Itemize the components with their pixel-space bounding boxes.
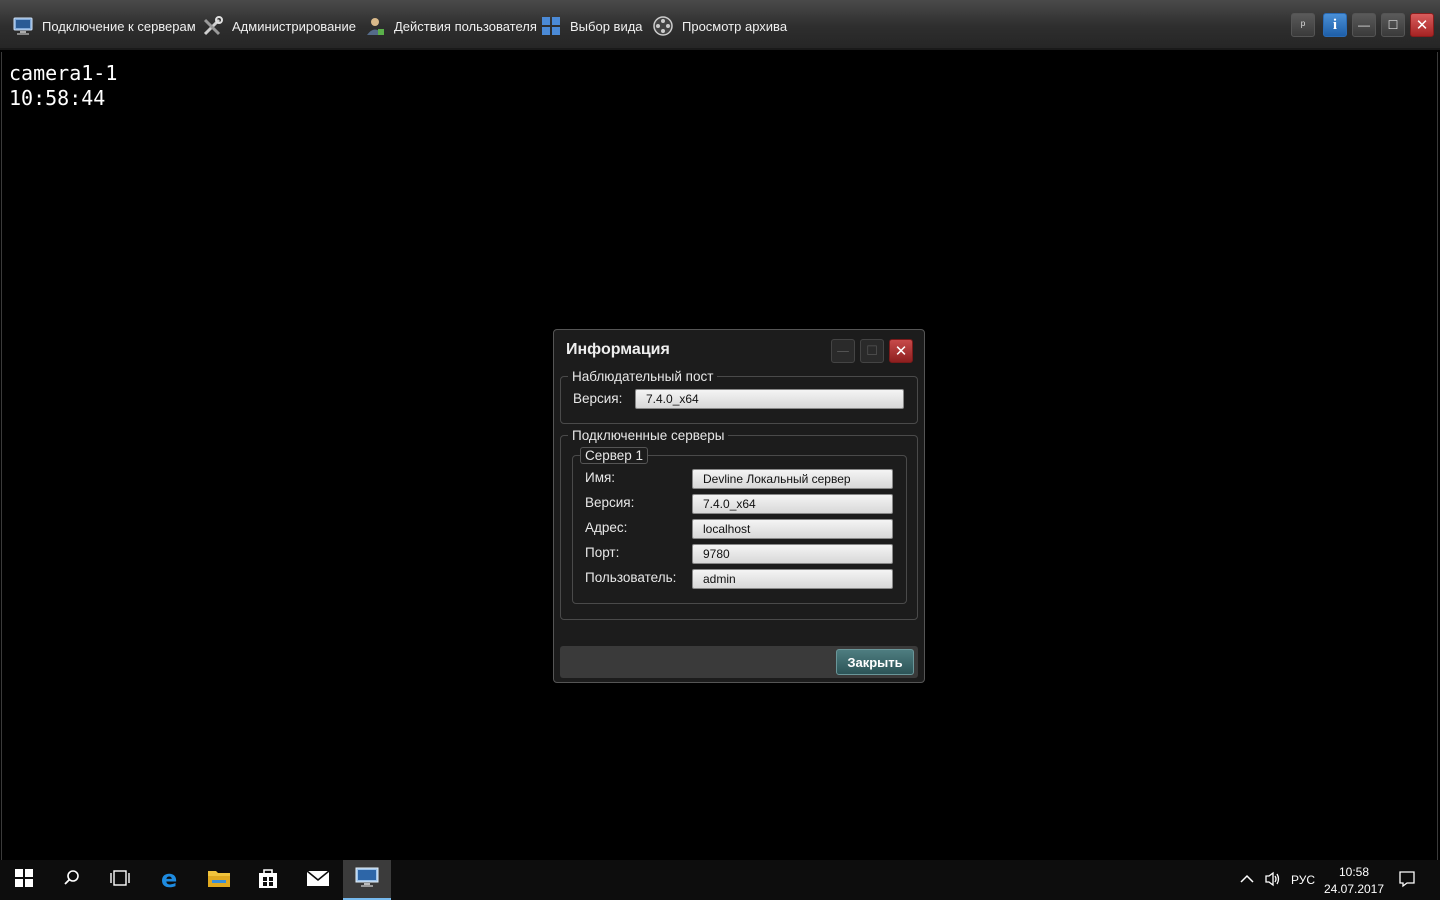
menu-administration[interactable]: Администрирование	[202, 13, 356, 39]
taskbar-mail-button[interactable]	[294, 860, 342, 900]
observation-post-legend: Наблюдательный пост	[572, 369, 714, 384]
server-address-label: Адрес:	[585, 520, 628, 535]
taskbar-store-button[interactable]	[244, 860, 292, 900]
tools-icon	[202, 15, 224, 37]
camera-time-overlay: 10:58:44	[9, 86, 106, 110]
folder-icon	[207, 868, 231, 892]
top-menu-bar: Подключение к серверам Администрирование…	[0, 0, 1440, 50]
maximize-icon: ☐	[866, 343, 878, 359]
start-button[interactable]	[0, 860, 48, 900]
close-icon: ✕	[1415, 17, 1429, 34]
user-icon	[364, 15, 386, 37]
clock-time: 10:58	[1338, 865, 1370, 879]
connected-servers-legend: Подключенные серверы	[572, 428, 725, 443]
minimize-icon: —	[836, 343, 850, 359]
taskbar-edge-button[interactable]: e	[147, 860, 195, 900]
menu-archive-view[interactable]: Просмотр архива	[652, 13, 787, 39]
info-dialog: Информация — ☐ ✕ Наблюдательный пост Вер…	[553, 329, 925, 683]
pin-icon: ᵖ	[1300, 18, 1306, 32]
dialog-minimize-button[interactable]: —	[831, 339, 855, 363]
dialog-title: Информация	[566, 341, 670, 358]
server-user-label: Пользователь:	[585, 570, 677, 585]
language-indicator[interactable]: РУС	[1291, 860, 1315, 900]
language-label: РУС	[1291, 873, 1316, 887]
post-version-field[interactable]: 7.4.0_x64	[635, 389, 904, 409]
maximize-icon: ☐	[1387, 18, 1399, 32]
server-name-field[interactable]: Devline Локальный сервер	[692, 469, 893, 489]
camera-name-overlay: camera1-1	[9, 61, 118, 85]
server-port-label: Порт:	[585, 545, 620, 560]
chevron-up-icon	[1240, 873, 1254, 887]
server-user-field[interactable]: admin	[692, 569, 893, 589]
notification-icon	[1398, 870, 1416, 891]
task-view-button[interactable]	[96, 860, 144, 900]
mail-icon	[306, 869, 330, 891]
monitor-app-icon	[355, 866, 379, 892]
store-bag-icon	[257, 867, 279, 893]
taskbar-devline-button[interactable]	[343, 860, 391, 900]
menu-user-actions[interactable]: Действия пользователя	[364, 13, 537, 39]
menu-user-actions-label: Действия пользователя	[394, 18, 537, 34]
dialog-close-text-button[interactable]: Закрыть	[836, 649, 914, 675]
monitor-connect-icon	[12, 15, 34, 37]
film-reel-icon	[652, 15, 674, 37]
server-name-label: Имя:	[585, 470, 616, 485]
server-version-field[interactable]: 7.4.0_x64	[692, 494, 893, 514]
server-address-field[interactable]: localhost	[692, 519, 893, 539]
tray-expand-button[interactable]	[1240, 860, 1254, 900]
grid-layout-icon	[540, 15, 562, 37]
speaker-icon	[1264, 871, 1282, 890]
server-port-field[interactable]: 9780	[692, 544, 893, 564]
post-version-label: Версия:	[573, 391, 623, 406]
menu-view-select-label: Выбор вида	[570, 18, 643, 34]
edge-browser-icon: e	[159, 865, 183, 894]
windows-logo-icon	[15, 869, 33, 891]
search-icon	[63, 869, 81, 891]
taskbar-explorer-button[interactable]	[195, 860, 243, 900]
volume-button[interactable]	[1264, 860, 1282, 900]
dialog-close-button[interactable]: ✕	[889, 339, 913, 363]
svg-text:e: e	[161, 866, 177, 890]
menu-connect-servers[interactable]: Подключение к серверам	[12, 13, 196, 39]
taskbar-clock[interactable]: 10:58 24.07.2017	[1322, 864, 1386, 898]
menu-view-select[interactable]: Выбор вида	[540, 13, 643, 39]
clock-date: 24.07.2017	[1323, 882, 1385, 896]
windows-taskbar: e РУС 10:58 24.07.2017	[0, 860, 1440, 900]
minimize-button[interactable]: —	[1352, 13, 1376, 37]
dialog-maximize-button[interactable]: ☐	[860, 339, 884, 363]
task-view-icon	[109, 869, 131, 891]
pin-button[interactable]: ᵖ	[1291, 13, 1315, 37]
maximize-button[interactable]: ☐	[1381, 13, 1405, 37]
menu-archive-view-label: Просмотр архива	[682, 18, 788, 34]
menu-connect-servers-label: Подключение к серверам	[42, 18, 196, 34]
minimize-icon: —	[1358, 18, 1370, 32]
action-center-button[interactable]	[1398, 860, 1416, 900]
menu-administration-label: Администрирование	[232, 18, 356, 34]
info-button[interactable]: i	[1323, 13, 1347, 37]
info-icon: i	[1332, 16, 1338, 33]
server-1-legend: Сервер 1	[580, 447, 649, 464]
taskbar-search-button[interactable]	[48, 860, 96, 900]
dialog-footer: Закрыть	[560, 646, 918, 678]
close-icon: ✕	[894, 342, 908, 360]
server-version-label: Версия:	[585, 495, 635, 510]
close-app-button[interactable]: ✕	[1410, 13, 1434, 37]
